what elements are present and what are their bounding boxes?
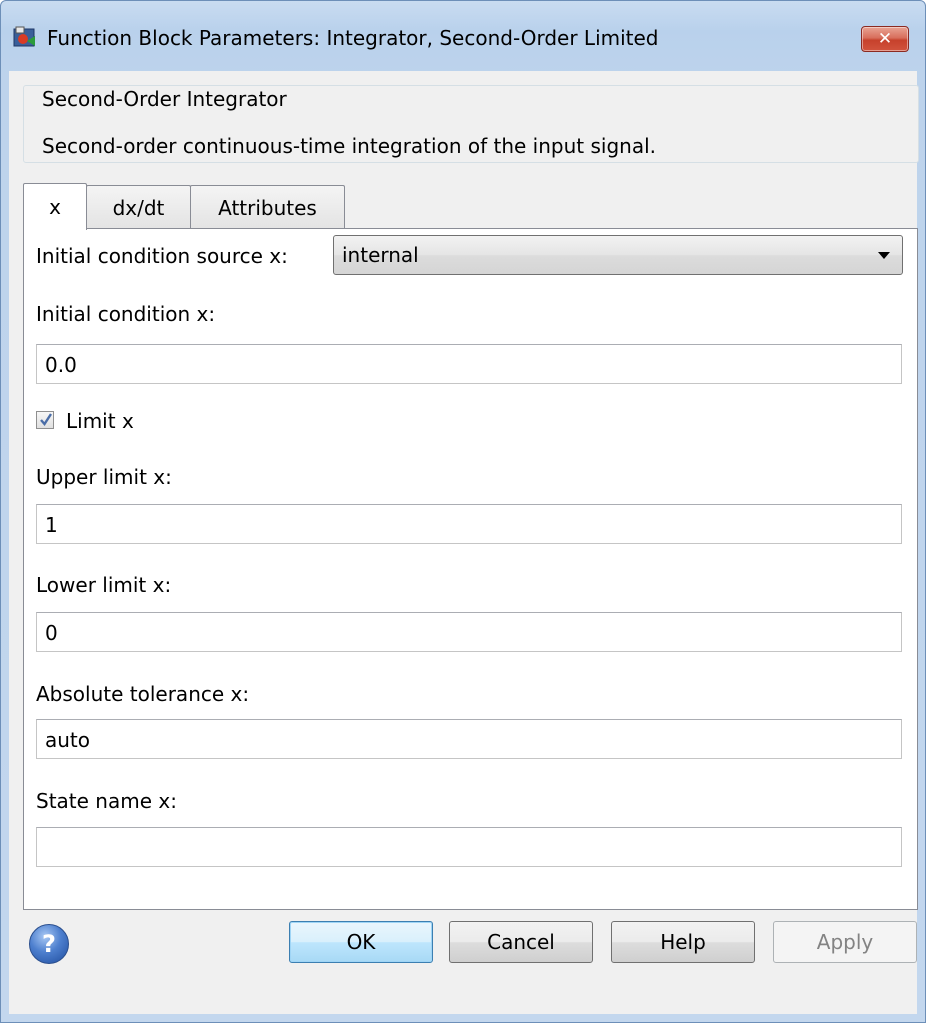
tab-attributes[interactable]: Attributes	[190, 185, 345, 230]
ic-label: Initial condition x:	[36, 302, 216, 326]
upper-limit-label: Upper limit x:	[36, 465, 172, 489]
ic-source-dropdown[interactable]: internal	[333, 235, 903, 275]
cancel-button[interactable]: Cancel	[449, 921, 593, 963]
ic-source-label: Initial condition source x:	[36, 244, 288, 268]
help-button[interactable]: Help	[611, 921, 755, 963]
tab-x[interactable]: x	[23, 183, 87, 230]
group-title: Second-Order Integrator	[38, 86, 291, 112]
chevron-down-icon	[878, 252, 890, 259]
title-bar[interactable]: Function Block Parameters: Integrator, S…	[1, 1, 925, 71]
limit-x-label: Limit x	[66, 409, 134, 433]
close-icon: ✕	[877, 29, 893, 49]
tab-panel-x: Initial condition source x: internal Ini…	[23, 228, 918, 910]
close-button[interactable]: ✕	[861, 26, 909, 52]
abs-tolerance-label: Absolute tolerance x:	[36, 682, 250, 706]
limit-x-checkbox[interactable]	[36, 411, 54, 429]
abs-tolerance-input[interactable]: auto	[36, 719, 902, 759]
ic-source-value: internal	[342, 243, 419, 267]
help-icon[interactable]: ?	[29, 924, 69, 964]
checkmark-icon	[40, 413, 53, 426]
block-description-group: Second-Order Integrator Second-order con…	[23, 85, 919, 163]
lower-limit-label: Lower limit x:	[36, 573, 172, 597]
ok-button[interactable]: OK	[289, 921, 433, 963]
state-name-label: State name x:	[36, 789, 177, 813]
block-description: Second-order continuous-time integration…	[42, 134, 656, 158]
tab-dx-dt[interactable]: dx/dt	[86, 185, 191, 230]
dialog-body: Second-Order Integrator Second-order con…	[9, 71, 919, 1014]
simulink-app-icon	[13, 26, 37, 48]
apply-button: Apply	[773, 921, 917, 963]
lower-limit-input[interactable]: 0	[36, 612, 902, 652]
state-name-input[interactable]	[36, 827, 902, 867]
upper-limit-input[interactable]: 1	[36, 504, 902, 544]
window-title: Function Block Parameters: Integrator, S…	[47, 26, 659, 50]
dialog-window: Function Block Parameters: Integrator, S…	[0, 0, 926, 1023]
ic-input[interactable]: 0.0	[36, 344, 902, 384]
